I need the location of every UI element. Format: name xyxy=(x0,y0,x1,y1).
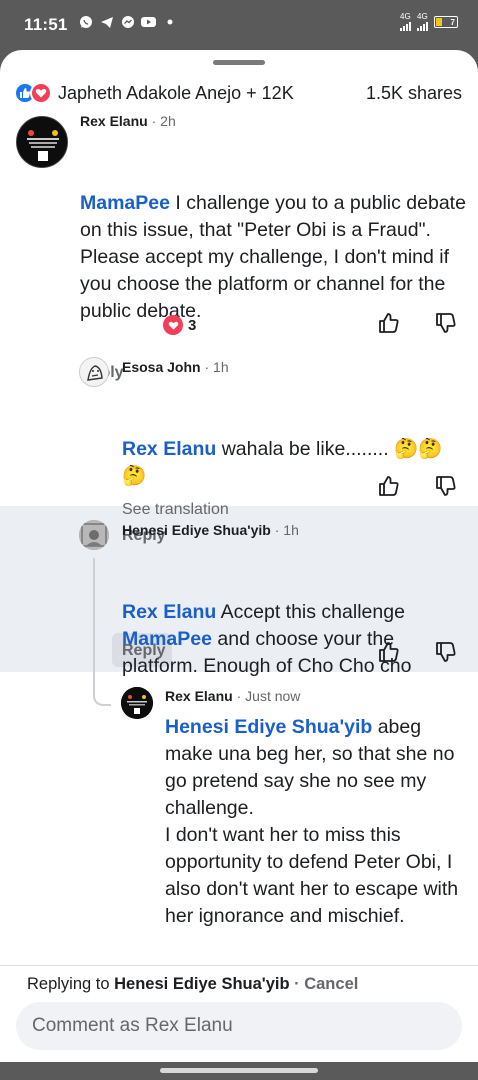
love-reaction-icon xyxy=(30,82,52,104)
like-icon[interactable] xyxy=(377,640,401,664)
comment-author[interactable]: Rex Elanu · 2h xyxy=(80,113,176,129)
home-gesture-bar[interactable] xyxy=(160,1068,318,1073)
dislike-icon[interactable] xyxy=(434,640,458,664)
reactions-summary[interactable]: Japheth Adakole Anejo + 12K 1.5K shares xyxy=(14,80,462,106)
avatar[interactable] xyxy=(79,357,109,387)
replying-name: Henesi Ediye Shua'yib xyxy=(114,975,290,993)
see-translation-link[interactable]: See translation xyxy=(122,501,229,519)
mention-link[interactable]: Henesi Ediye Shua'yib xyxy=(165,716,372,738)
network-type-1: 4G xyxy=(400,12,411,21)
shares-count[interactable]: 1.5K shares xyxy=(366,83,462,104)
like-icon[interactable] xyxy=(377,311,401,335)
signal-icon: 4G xyxy=(400,13,411,31)
author-name[interactable]: Henesi Ediye Shua'yib xyxy=(122,522,271,538)
dislike-icon[interactable] xyxy=(434,311,458,335)
mention-link[interactable]: Rex Elanu xyxy=(122,601,216,623)
mention-link[interactable]: MamaPee xyxy=(80,192,170,214)
comment-author[interactable]: Henesi Ediye Shua'yib · 1h xyxy=(122,522,299,538)
mention-link[interactable]: Rex Elanu xyxy=(122,438,216,460)
comment-text-2: 🤔 xyxy=(122,465,147,487)
comment-reactions[interactable]: 3 xyxy=(163,315,196,335)
reply-button[interactable]: Reply xyxy=(122,642,166,660)
dislike-icon[interactable] xyxy=(434,474,458,498)
like-icon[interactable] xyxy=(377,474,401,498)
author-name[interactable]: Rex Elanu xyxy=(165,688,233,704)
status-time: 11:51 xyxy=(24,15,68,34)
thread-connector xyxy=(93,558,111,706)
comment-input[interactable] xyxy=(16,1002,462,1050)
status-right: 4G 4G 7 xyxy=(400,13,458,31)
battery-icon: 7 xyxy=(434,16,458,28)
avatar[interactable] xyxy=(79,520,109,550)
system-nav-bar xyxy=(0,1062,478,1080)
comment-body: Henesi Ediye Shua'yib abeg make una beg … xyxy=(165,714,465,930)
comment-text-2: I don't want her to miss this opportunit… xyxy=(165,824,459,927)
whatsapp-icon xyxy=(78,14,93,29)
notification-icons xyxy=(78,14,177,29)
reactors-text: Japheth Adakole Anejo + 12K xyxy=(58,82,294,103)
signal-icon: 4G xyxy=(417,13,428,31)
comment-time: 1h xyxy=(213,359,229,375)
dot-icon xyxy=(162,14,177,29)
replying-to-bar: Replying to Henesi Ediye Shua'yib · Canc… xyxy=(27,975,359,993)
comment-composer: Replying to Henesi Ediye Shua'yib · Canc… xyxy=(0,965,478,1062)
comment-author[interactable]: Esosa John · 1h xyxy=(122,359,229,375)
comments-sheet: Japheth Adakole Anejo + 12K 1.5K shares … xyxy=(0,50,478,1062)
messenger-icon xyxy=(120,14,135,29)
status-bar: 11:51 4G 4G 7 xyxy=(0,0,478,50)
telegram-icon xyxy=(99,14,114,29)
comment-author[interactable]: Rex Elanu · Just now xyxy=(165,688,300,704)
comment-text: Accept this challenge xyxy=(216,601,405,623)
comment-body: Rex Elanu wahala be like........ 🤔🤔 🤔 xyxy=(122,436,467,490)
love-reaction-icon xyxy=(163,315,183,335)
avatar[interactable] xyxy=(121,687,153,719)
comment-body: MamaPee I challenge you to a public deba… xyxy=(80,190,470,325)
youtube-icon xyxy=(141,14,156,29)
comment-time: Just now xyxy=(245,688,301,704)
cancel-reply-button[interactable]: Cancel xyxy=(304,975,358,993)
network-type-2: 4G xyxy=(417,12,428,21)
avatar[interactable] xyxy=(16,116,68,168)
author-name[interactable]: Esosa John xyxy=(122,359,201,375)
comment-text: wahala be like........ 🤔🤔 xyxy=(216,438,443,460)
comment-time: 1h xyxy=(283,522,299,538)
replying-prefix: Replying to xyxy=(27,975,115,993)
drag-handle[interactable] xyxy=(213,60,265,65)
author-name[interactable]: Rex Elanu xyxy=(80,113,148,129)
comment-body: Rex Elanu Accept this challenge MamaPee … xyxy=(122,599,467,680)
reaction-count: 3 xyxy=(188,316,197,334)
battery-level: 7 xyxy=(450,17,455,27)
comment-time: 2h xyxy=(160,113,176,129)
